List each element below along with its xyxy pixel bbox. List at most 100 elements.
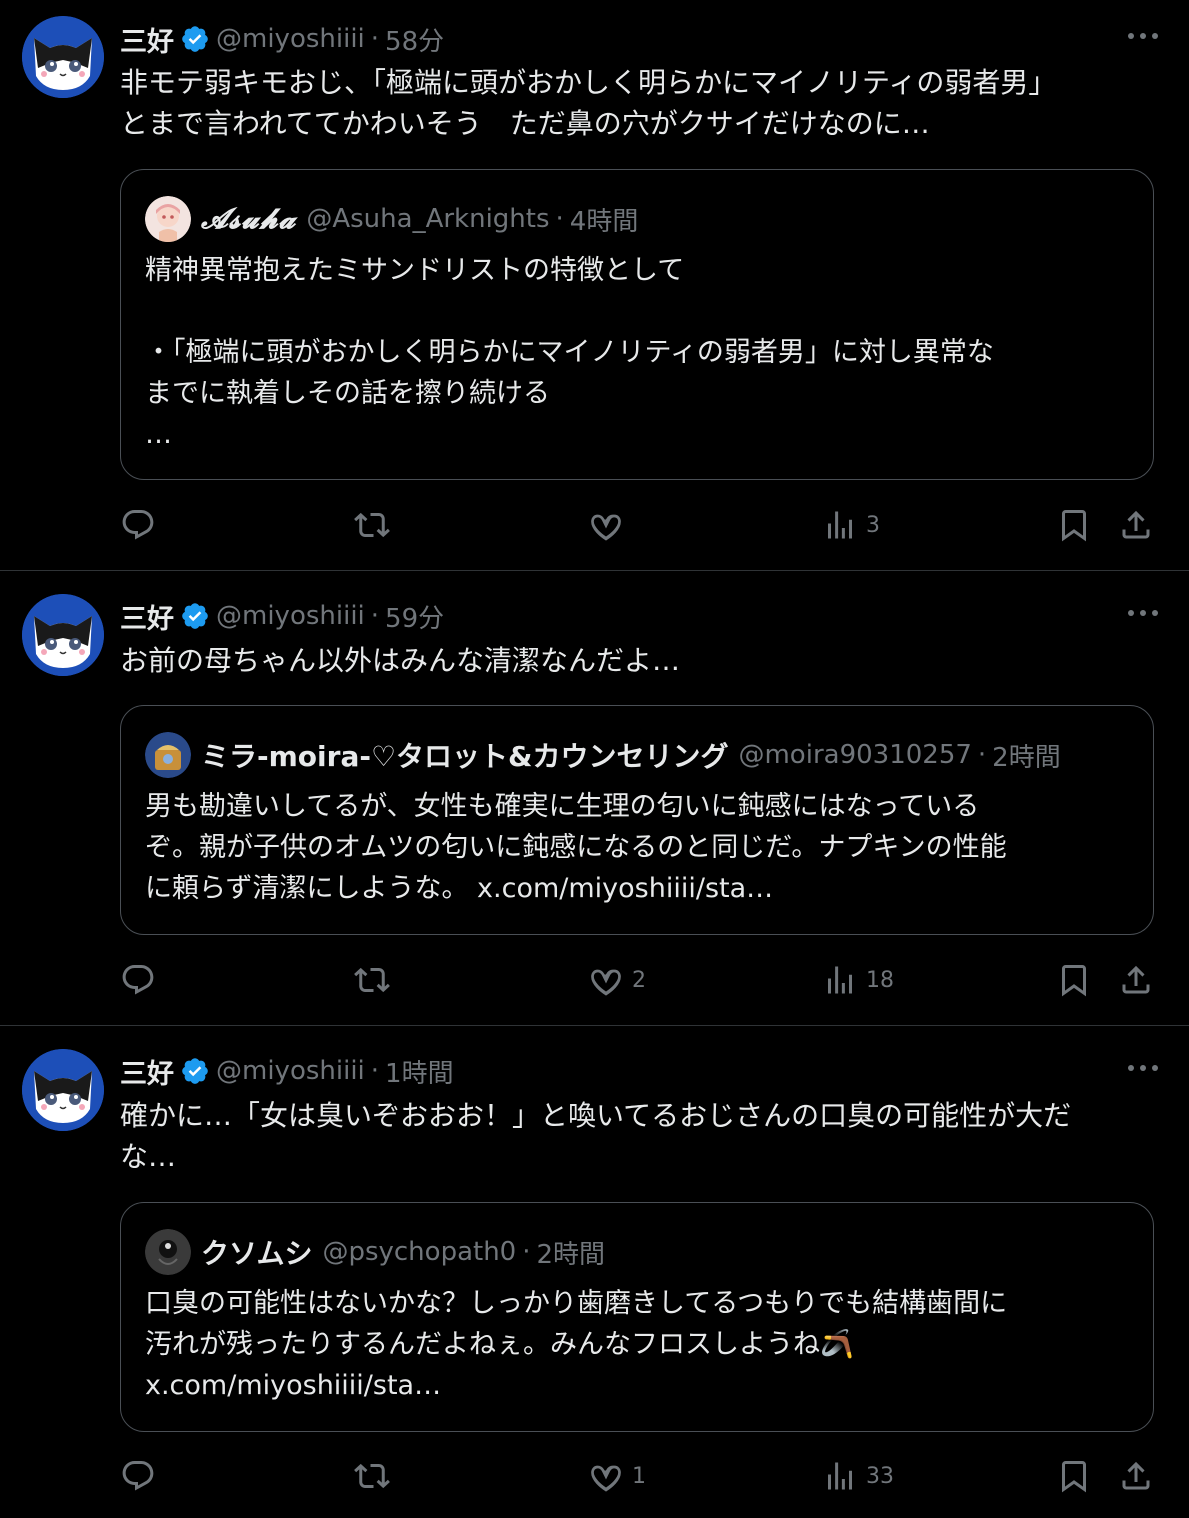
quoted-tweet-header: ミラ-moira-♡タロット&カウンセリング @moira90310257 · … (145, 732, 1061, 778)
quoted-tweet-text: 口臭の可能性はないかな？しっかり歯磨きしてるつもりでも結構歯間に 汚れが残ったり… (145, 1288, 1008, 1401)
quoted-tweet-text: 男も勘違いしてるが、女性も確実に生理の匂いに鈍感にはなっている ぞ。親が子供のオ… (145, 791, 1007, 904)
author-name[interactable]: 三好 (120, 597, 174, 636)
retweet-icon (354, 1463, 390, 1489)
tweet-header: 三好 @miyoshiiii · 1時間 (120, 1052, 454, 1090)
separator-dot: · (370, 601, 380, 631)
author-handle[interactable]: @miyoshiiii (216, 24, 365, 54)
cat-avatar-icon (22, 1049, 104, 1131)
timestamp[interactable]: 1時間 (385, 1053, 454, 1090)
tweet-actions: 2 18 (120, 960, 1160, 1000)
more-icon[interactable] (1123, 22, 1163, 52)
author-handle[interactable]: @miyoshiiii (216, 1056, 365, 1086)
quoted-tweet-header: クソムシ @psychopath0 · 2時間 (145, 1229, 605, 1275)
eye-avatar-icon (145, 1229, 191, 1275)
avatar[interactable] (22, 16, 104, 98)
retweet-button[interactable] (354, 505, 398, 545)
reply-icon (122, 510, 154, 540)
quoted-tweet[interactable]: 𝓐𝓼𝓾𝓱𝓪 @Asuha_Arknights · 4時間 精神異常抱えたミサンド… (120, 169, 1154, 480)
avatar[interactable] (22, 1049, 104, 1131)
share-button[interactable] (1118, 960, 1154, 1000)
quoted-tweet[interactable]: クソムシ @psychopath0 · 2時間 口臭の可能性はないかな？しっかり… (120, 1202, 1154, 1432)
views-button[interactable]: 18 (822, 960, 894, 1000)
avatar[interactable] (22, 594, 104, 676)
separator-dot: · (370, 24, 380, 54)
separator-dot: · (522, 1237, 531, 1267)
share-button[interactable] (1118, 505, 1154, 545)
avatar (145, 1229, 191, 1275)
quoted-tweet-text: 精神異常抱えたミサンドリストの特徴として ・「極端に頭がおかしく明らかにマイノリ… (145, 255, 994, 450)
quoted-timestamp: 4時間 (569, 206, 639, 237)
quoted-author-name: クソムシ (201, 1237, 313, 1270)
views-count: 3 (866, 512, 880, 538)
tweet[interactable]: 三好 @miyoshiiii · 59分 お前の母ちゃん以外はみんな清潔なんだよ… (0, 571, 1189, 1026)
quoted-tweet-header: 𝓐𝓼𝓾𝓱𝓪 @Asuha_Arknights · 4時間 (145, 196, 638, 242)
tweet[interactable]: 三好 @miyoshiiii · 1時間 確かに…「女は臭いぞおおお！」と喚いて… (0, 1026, 1189, 1518)
tweet-text: 確かに…「女は臭いぞおおお！」と喚いてるおじさんの口臭の可能性が大だ な… (120, 1099, 1072, 1173)
views-button[interactable]: 33 (822, 1456, 894, 1496)
share-icon (1122, 510, 1150, 539)
more-icon[interactable] (1123, 599, 1163, 629)
tweet-text: お前の母ちゃん以外はみんな清潔なんだよ… (120, 644, 681, 677)
bookmark-button[interactable] (1056, 960, 1092, 1000)
avatar (145, 196, 191, 242)
retweet-button[interactable] (354, 960, 398, 1000)
retweet-button[interactable] (354, 1456, 398, 1496)
reply-icon (122, 1461, 154, 1491)
verified-badge-icon (180, 601, 210, 631)
reply-button[interactable] (120, 505, 164, 545)
quoted-tweet[interactable]: ミラ-moira-♡タロット&カウンセリング @moira90310257 · … (120, 705, 1154, 935)
tweet-header: 三好 @miyoshiiii · 59分 (120, 597, 444, 635)
quoted-author-name: 𝓐𝓼𝓾𝓱𝓪 (201, 202, 297, 235)
reply-button[interactable] (120, 960, 164, 1000)
more-icon[interactable] (1123, 1054, 1163, 1084)
like-count: 2 (632, 967, 646, 993)
tweet-header: 三好 @miyoshiiii · 58分 (120, 20, 444, 58)
cat-avatar-icon (22, 16, 104, 98)
views-count: 33 (866, 1463, 894, 1489)
tweet[interactable]: 三好 @miyoshiiii · 58分 非モテ弱キモおじ、「極端に頭がおかしく… (0, 0, 1189, 571)
share-button[interactable] (1118, 1456, 1154, 1496)
author-name[interactable]: 三好 (120, 1052, 174, 1091)
tarot-avatar-icon (145, 732, 191, 778)
like-icon (591, 1465, 621, 1492)
timestamp[interactable]: 58分 (385, 21, 444, 58)
verified-badge-icon (180, 1056, 210, 1086)
quoted-author-name: ミラ-moira-♡タロット&カウンセリング (201, 740, 729, 773)
views-icon (828, 511, 852, 539)
like-icon (591, 514, 621, 541)
verified-badge-icon (180, 24, 210, 54)
bookmark-button[interactable] (1056, 1456, 1092, 1496)
bookmark-button[interactable] (1056, 505, 1092, 545)
tweet-text: 非モテ弱キモおじ、「極端に頭がおかしく明らかにマイノリティの弱者男」 とまで言わ… (120, 66, 1057, 140)
like-button[interactable] (588, 505, 632, 545)
anime-avatar-icon (145, 196, 191, 242)
quoted-timestamp: 2時間 (536, 1239, 606, 1270)
reply-icon (122, 965, 154, 995)
bookmark-icon (1062, 965, 1086, 997)
quoted-author-handle: @moira90310257 (738, 740, 972, 770)
like-count: 1 (632, 1463, 646, 1489)
separator-dot: · (977, 740, 987, 770)
views-button[interactable]: 3 (822, 505, 880, 545)
avatar (145, 732, 191, 778)
quoted-author-handle: @psychopath0 (322, 1237, 517, 1267)
timestamp[interactable]: 59分 (385, 598, 444, 635)
author-name[interactable]: 三好 (120, 20, 174, 59)
retweet-icon (354, 967, 390, 993)
tweet-actions: 3 (120, 505, 1160, 545)
quoted-author-handle: @Asuha_Arknights (306, 204, 550, 234)
retweet-icon (354, 512, 390, 538)
like-button[interactable]: 1 (588, 1456, 646, 1496)
separator-dot: · (370, 1056, 380, 1086)
bookmark-icon (1062, 510, 1086, 542)
tweet-actions: 1 33 (120, 1456, 1160, 1496)
views-icon (828, 966, 852, 994)
share-icon (1122, 965, 1150, 994)
separator-dot: · (555, 204, 564, 234)
share-icon (1122, 1461, 1150, 1490)
like-button[interactable]: 2 (588, 960, 646, 1000)
cat-avatar-icon (22, 594, 104, 676)
reply-button[interactable] (120, 1456, 164, 1496)
views-icon (828, 1462, 852, 1490)
author-handle[interactable]: @miyoshiiii (216, 601, 365, 631)
